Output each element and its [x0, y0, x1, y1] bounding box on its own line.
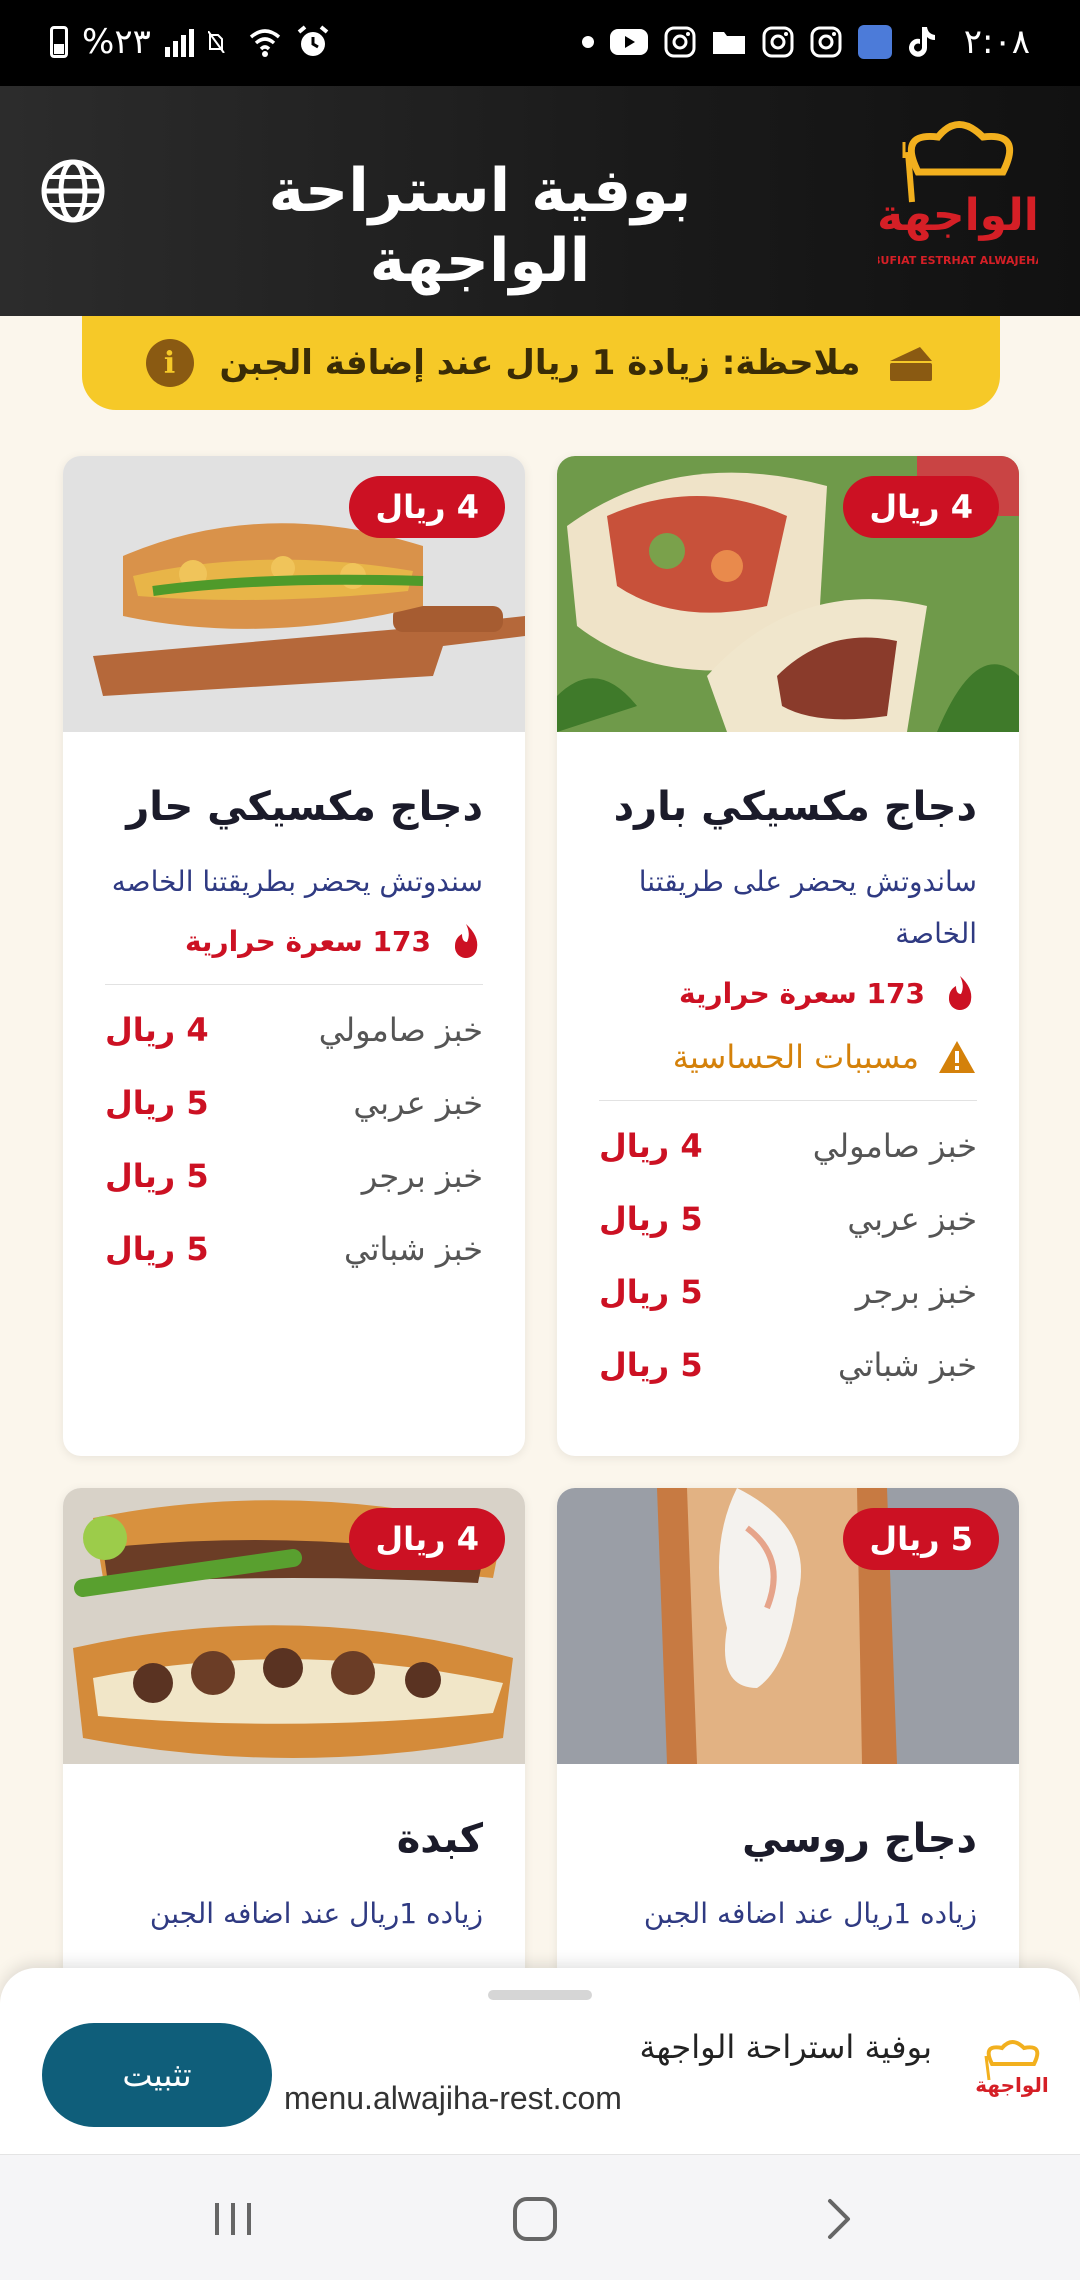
item-title: دجاج مكسيكي حار: [126, 784, 483, 830]
status-left: %٢٣: [50, 22, 330, 62]
page-title: بوفية استراحة الواجهة: [268, 156, 692, 296]
food-image: 5 ريال: [557, 1488, 1019, 1764]
price-badge: 5 ريال: [843, 1508, 999, 1570]
price-badge: 4 ريال: [349, 476, 505, 538]
option-row[interactable]: خبز شباتي 5 ريال: [599, 1328, 977, 1401]
option-price: 4 ريال: [599, 1126, 703, 1165]
install-sheet: تثبيت بوفية استراحة الواجهة menu.alwajih…: [0, 1968, 1080, 2154]
restaurant-logo[interactable]: الواجهة BUFIAT ESTRHAT ALWAJEHA: [878, 112, 1038, 292]
option-name: خبز شباتي: [837, 1345, 977, 1384]
option-name: خبز برجر: [361, 1156, 483, 1195]
item-title: كبدة: [396, 1816, 483, 1862]
option-price: 5 ريال: [599, 1345, 703, 1384]
divider: [105, 984, 483, 985]
app-url: menu.alwajiha-rest.com: [284, 2080, 622, 2116]
home-icon[interactable]: [505, 2189, 565, 2249]
item-description: زياده 1ريال عند اضافه الجبن: [643, 1897, 977, 1930]
menu-card[interactable]: 5 ريال دجاج روسي زياده 1ريال عند اضافه ا…: [557, 1488, 1019, 2008]
battery-icon: [50, 26, 68, 58]
food-image: 4 ريال: [63, 1488, 525, 1764]
option-name: خبز شباتي: [343, 1229, 483, 1268]
option-price: 5 ريال: [599, 1272, 703, 1311]
app-logo-text: الواجهة: [975, 2073, 1049, 2097]
food-image: 4 ريال: [557, 456, 1019, 732]
menu-card[interactable]: 4 ريال دجاج مكسيكي حار سندوتش يحضر بطريق…: [63, 456, 525, 1456]
option-price: 5 ريال: [105, 1229, 209, 1268]
app-logo-icon: الواجهة: [975, 2040, 1049, 2097]
cheese-notice: ملاحظة: زيادة 1 ريال عند إضافة الجبن i: [82, 316, 1000, 410]
logo-subtext: BUFIAT ESTRHAT ALWAJEHA: [878, 254, 1038, 267]
option-row[interactable]: خبز صامولي 4 ريال: [599, 1109, 977, 1182]
option-name: خبز برجر: [855, 1272, 977, 1311]
allergens-link: مسببات الحساسية: [672, 1038, 919, 1076]
calories: 173 سعرة حرارية: [678, 976, 925, 1010]
calories-row: 173 سعرة حرارية: [599, 974, 977, 1012]
item-title: دجاج مكسيكي بارد: [613, 784, 977, 830]
instagram-icon: [664, 26, 696, 58]
flame-icon: [948, 976, 972, 1011]
sheet-handle[interactable]: [488, 1990, 592, 2000]
globe-icon[interactable]: [40, 158, 106, 224]
option-price: 5 ريال: [105, 1156, 209, 1195]
item-description: زياده 1ريال عند اضافه الجبن: [149, 1897, 483, 1930]
item-description: ساندوتش يحضر على طريقتنا الخاصة: [638, 865, 977, 950]
option-price: 5 ريال: [599, 1199, 703, 1238]
youtube-icon: [609, 29, 648, 55]
warning-icon: [939, 1041, 975, 1073]
recent-apps-icon[interactable]: [203, 2189, 263, 2249]
app-icon: [857, 25, 892, 59]
option-row[interactable]: خبز عربي 5 ريال: [105, 1066, 483, 1139]
notice-text: ملاحظة: زيادة 1 ريال عند إضافة الجبن: [219, 343, 861, 383]
option-price: 5 ريال: [105, 1083, 209, 1122]
logo-text: الواجهة: [878, 190, 1038, 241]
folder-icon: [712, 32, 745, 54]
battery-percent: %٢٣: [82, 22, 151, 62]
option-row[interactable]: خبز برجر 5 ريال: [105, 1139, 483, 1212]
clock: ٢:٠٨: [963, 22, 1030, 62]
tiktok-icon: [908, 27, 935, 57]
system-nav-bar: [0, 2154, 1080, 2280]
option-name: خبز عربي: [847, 1199, 977, 1238]
option-row[interactable]: خبز برجر 5 ريال: [599, 1255, 977, 1328]
status-right: ٢:٠٨: [581, 22, 1030, 62]
option-name: خبز صامولي: [812, 1126, 977, 1165]
instagram-icon: [810, 26, 842, 58]
no-sim-icon: [207, 31, 225, 53]
option-row[interactable]: خبز عربي 5 ريال: [599, 1182, 977, 1255]
calories-row: 173 سعرة حرارية: [105, 922, 483, 960]
option-price: 4 ريال: [105, 1010, 209, 1049]
dot-icon: [581, 36, 594, 48]
app-header: بوفية استراحة الواجهة الواجهة BUFIAT EST…: [0, 86, 1080, 316]
signal-icon: [164, 27, 194, 57]
install-button[interactable]: تثبيت: [42, 2023, 272, 2127]
divider: [599, 1100, 977, 1101]
flame-icon: [454, 924, 478, 959]
info-icon: i: [145, 339, 194, 387]
allergens-row[interactable]: مسببات الحساسية: [599, 1038, 977, 1076]
status-bar: %٢٣ ٢:٠٨: [0, 0, 1080, 86]
option-row[interactable]: خبز شباتي 5 ريال: [105, 1212, 483, 1285]
option-name: خبز عربي: [353, 1083, 483, 1122]
item-description: سندوتش يحضر بطريقتنا الخاصه: [111, 865, 483, 898]
back-icon[interactable]: [808, 2189, 868, 2249]
bread-options: خبز صامولي 4 ريال خبز عربي 5 ريال خبز برجر…: [105, 993, 483, 1285]
food-image: 4 ريال: [63, 456, 525, 732]
item-title: دجاج روسي: [742, 1816, 977, 1862]
menu-card[interactable]: 4 ريال كبدة زياده 1ريال عند اضافه الجبن: [63, 1488, 525, 2008]
calories: 173 سعرة حرارية: [184, 924, 431, 958]
price-badge: 4 ريال: [843, 476, 999, 538]
option-name: خبز صامولي: [318, 1010, 483, 1049]
menu-card[interactable]: 4 ريال دجاج مكسيكي بارد ساندوتش يحضر على…: [557, 456, 1019, 1456]
app-name: بوفية استراحة الواجهة: [639, 2028, 932, 2066]
option-row[interactable]: خبز صامولي 4 ريال: [105, 993, 483, 1066]
alarm-icon: [297, 25, 329, 56]
price-badge: 4 ريال: [349, 1508, 505, 1570]
bread-options: خبز صامولي 4 ريال خبز عربي 5 ريال خبز برجر…: [599, 1109, 977, 1401]
wifi-icon: [249, 29, 280, 57]
instagram-icon: [762, 26, 794, 58]
cheese-icon: [890, 347, 933, 381]
